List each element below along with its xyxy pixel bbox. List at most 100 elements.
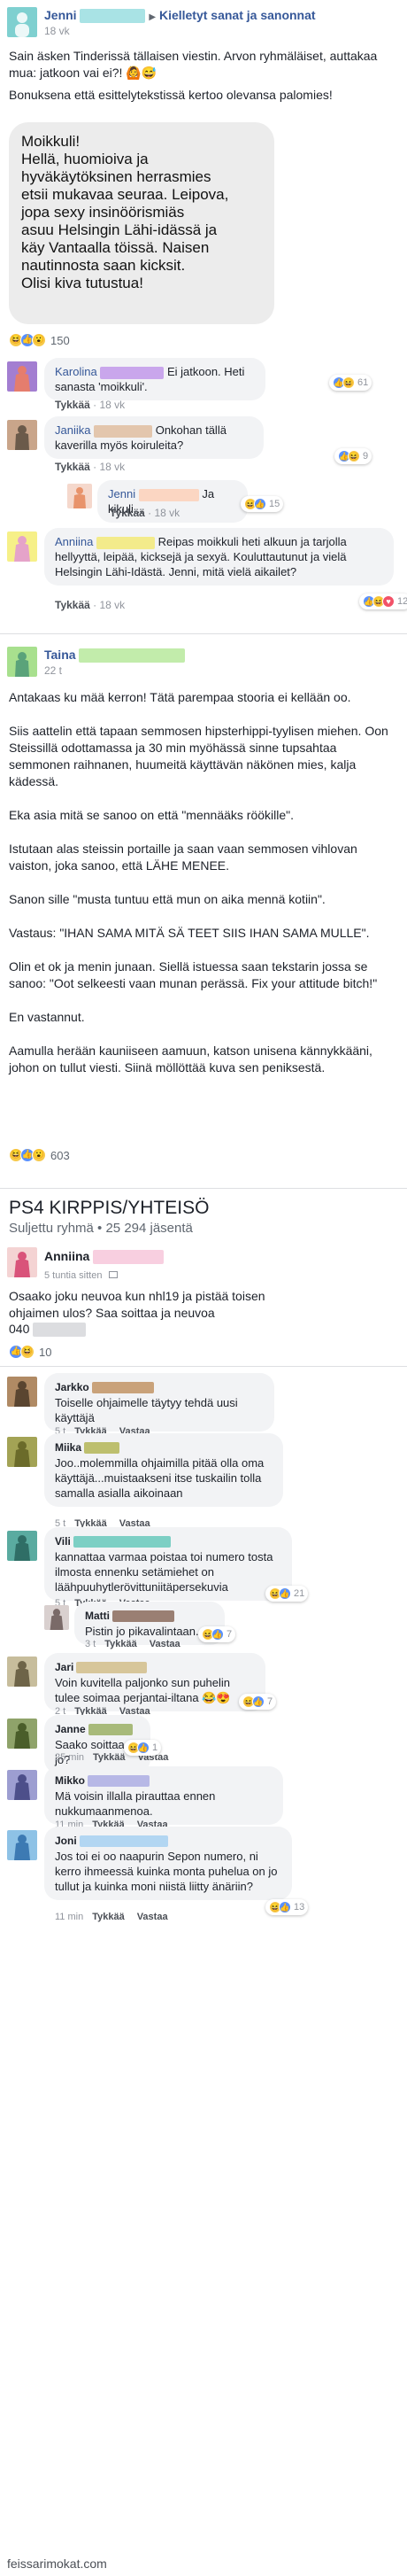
comment-reactions[interactable]: 👍 😆 61 (329, 375, 372, 391)
comment-reactions[interactable]: 😆 👍 13 (265, 1899, 309, 1915)
comment-bubble: Jarkko Toiselle ohjaimelle täytyy tehdä u… (44, 1373, 274, 1432)
avatar[interactable] (7, 1247, 37, 1277)
privacy-icon (109, 1271, 119, 1279)
comment-time[interactable]: 18 vk (99, 599, 125, 611)
like-icon: 👍 (252, 1695, 265, 1708)
comment-author[interactable]: Janne (55, 1723, 86, 1735)
comment-reactions[interactable]: 😆 👍 21 (265, 1586, 309, 1602)
comment-reactions[interactable]: 👍 😆 ♥ 12 (359, 594, 407, 609)
comment-meta: Tykkää · 18 vk (110, 507, 180, 519)
like-button[interactable]: Tykkää (93, 1752, 126, 1763)
redacted-name (138, 488, 199, 501)
reaction-count: 9 (363, 451, 369, 462)
divider (0, 1366, 407, 1367)
post-paragraph: Vastaus: "IHAN SAMA MITÄ SÄ TEET SIIS IH… (9, 926, 370, 940)
comment-time[interactable]: 18 vk (99, 461, 125, 473)
reply-button[interactable]: Vastaa (137, 1912, 168, 1922)
like-icon: 👍 (254, 498, 266, 510)
comment-reactions[interactable]: 😆 👍 7 (198, 1626, 236, 1642)
group-link[interactable]: Kielletyt sanat ja sanonnat (159, 8, 316, 22)
post-reactions[interactable]: 👍 😆 10 (9, 1345, 51, 1359)
comment-meta: Tykkää · 18 vk (55, 461, 126, 473)
avatar[interactable] (7, 361, 37, 392)
post-time[interactable]: 22 t (44, 664, 62, 677)
avatar[interactable] (7, 1377, 37, 1407)
post-paragraph: Siis aattelin että tapaan semmosen hipst… (9, 724, 388, 788)
comment-author[interactable]: Karolina (55, 365, 97, 378)
comment-time[interactable]: 11 min (55, 1912, 83, 1922)
like-button[interactable]: Tykkää (104, 1639, 137, 1649)
comment-reactions[interactable]: 👍 😆 9 (334, 448, 372, 464)
comment-bubble: Anniina Reipas moikkuli heti alkuun ja t… (44, 528, 394, 586)
like-button[interactable]: Tykkää (55, 461, 90, 473)
avatar[interactable] (7, 420, 37, 450)
post-author[interactable]: Jenni (44, 8, 77, 22)
post-divider (0, 627, 407, 634)
avatar[interactable] (67, 484, 92, 508)
redacted-name (79, 1835, 168, 1848)
avatar[interactable] (7, 531, 37, 562)
comment-author[interactable]: Mikko (55, 1774, 85, 1787)
redacted-name (112, 1610, 174, 1623)
comment-author[interactable]: Jarkko (55, 1381, 89, 1393)
comment-bubble: Janiika Onkohan tällä kaverilla myös koi… (44, 416, 264, 459)
post-time[interactable]: 5 tuntia sitten (44, 1270, 102, 1281)
quote-line: Olisi kiva tutustua! (21, 275, 143, 291)
post-author[interactable]: Anniina (44, 1249, 89, 1263)
comment-time[interactable]: 25 min (55, 1752, 84, 1763)
comment-time[interactable]: 3 t (85, 1639, 96, 1649)
avatar[interactable] (7, 1719, 37, 1749)
reaction-count: 1 (152, 1742, 158, 1753)
redacted-name (79, 648, 186, 663)
comment-author[interactable]: Miika (55, 1441, 81, 1454)
post-paragraph: Istutaan alas steissin portaille ja saan… (9, 842, 357, 873)
comment-author[interactable]: Jenni (108, 487, 135, 500)
avatar[interactable] (44, 1605, 69, 1630)
avatar[interactable] (7, 1437, 37, 1467)
comment-author[interactable]: Jari (55, 1661, 73, 1673)
like-button[interactable]: Tykkää (110, 507, 145, 519)
comment-reactions[interactable]: 😆 👍 15 (241, 496, 284, 512)
comment-author[interactable]: Vili (55, 1535, 71, 1548)
redacted-name (73, 1536, 171, 1548)
comment-reactions[interactable]: 😆 👍 7 (239, 1694, 277, 1710)
like-button[interactable]: Tykkää (55, 399, 90, 411)
reply-button[interactable]: Vastaa (150, 1639, 180, 1649)
avatar[interactable] (7, 1657, 37, 1687)
comment-text: Joo..molemmilla ohjaimilla pitää olla om… (55, 1456, 265, 1500)
redacted-phone (33, 1323, 87, 1338)
redacted-name (91, 1382, 154, 1394)
post-paragraph: Sanon sille "musta tuntuu että mun on ai… (9, 892, 326, 906)
post-paragraph: Olin et ok ja menin junaan. Siellä istue… (9, 959, 378, 990)
like-icon: 👍 (279, 1901, 291, 1913)
comment-author[interactable]: Anniina (55, 535, 93, 548)
post-divider (0, 1175, 407, 1189)
comment-time[interactable]: 18 vk (99, 399, 125, 411)
post-reactions[interactable]: 😆 👍 😮 603 (9, 1148, 70, 1162)
post-reactions[interactable]: 😆 👍 😮 150 (9, 333, 70, 347)
group-name[interactable]: PS4 KIRPPIS/YHTEISÖ (9, 1198, 209, 1219)
quote-line: Moikkuli! (21, 133, 81, 150)
redacted-name (93, 1250, 165, 1265)
comment-bubble: Joni Jos toi ei oo naapurin Sepon numero,… (44, 1827, 292, 1900)
comment-author[interactable]: Matti (85, 1610, 110, 1622)
redacted-name (94, 424, 153, 438)
avatar[interactable] (7, 647, 37, 677)
comment-reactions[interactable]: 😆 👍 1 (124, 1740, 162, 1756)
avatar[interactable] (7, 1830, 37, 1860)
post-time[interactable]: 18 vk (44, 25, 70, 37)
like-button[interactable]: Tykkää (92, 1912, 125, 1922)
avatar[interactable] (7, 1531, 37, 1561)
avatar[interactable] (7, 7, 37, 37)
comment-time[interactable]: 18 vk (154, 507, 180, 519)
comment-author[interactable]: Janiika (55, 423, 90, 437)
post-bonus: Bonuksena että esittelytekstissä kertoo … (9, 88, 333, 102)
watermark: feissarimokat.com (7, 2557, 107, 2571)
wow-icon: 😮 (32, 1148, 46, 1162)
reaction-count: 13 (294, 1902, 305, 1913)
avatar[interactable] (7, 1770, 37, 1800)
comment-text: kannattaa varmaa poistaa toi numero tost… (55, 1550, 273, 1594)
post-author[interactable]: Taina (44, 648, 76, 662)
like-button[interactable]: Tykkää (55, 599, 90, 611)
comment-author[interactable]: Joni (55, 1835, 77, 1847)
